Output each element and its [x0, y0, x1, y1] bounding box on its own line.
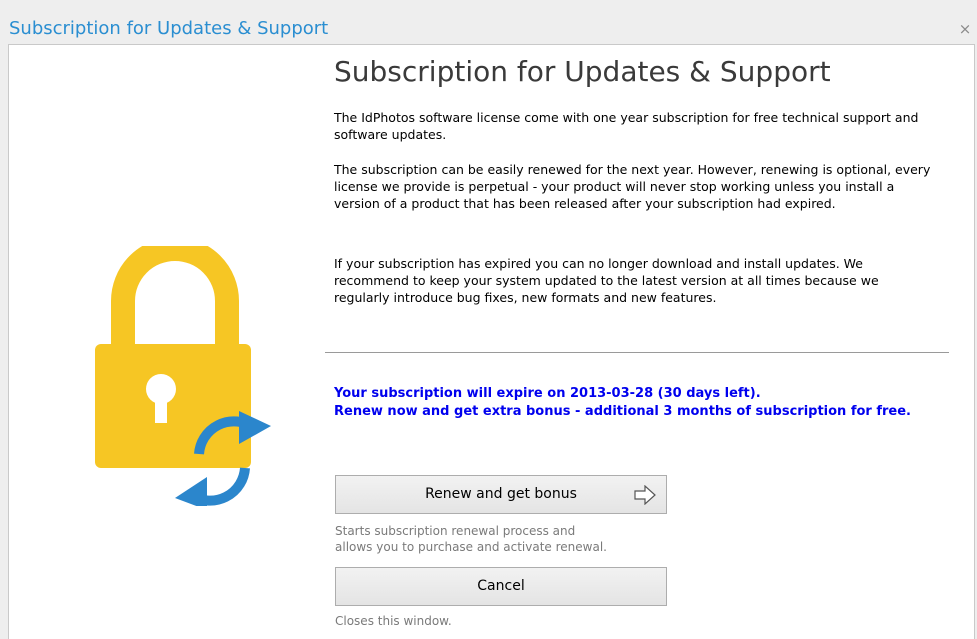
expired-paragraph: If your subscription has expired you can…: [334, 256, 879, 305]
page-heading: Subscription for Updates & Support: [334, 55, 831, 88]
arrow-right-icon: [634, 485, 656, 505]
renew-hint-line: Starts subscription renewal process and: [335, 524, 576, 538]
renew-button[interactable]: Renew and get bonus: [335, 475, 667, 514]
dialog-window: Subscription for Updates & Support × Sub…: [0, 0, 977, 639]
expiry-notice: Your subscription will expire on 2013-03…: [334, 385, 934, 421]
close-button[interactable]: ×: [953, 18, 977, 42]
renew-hint: Starts subscription renewal process and …: [335, 523, 607, 555]
lock-refresh-icon: [95, 237, 275, 510]
dialog-content: Subscription for Updates & Support The I…: [8, 44, 975, 639]
renew-button-label: Renew and get bonus: [425, 486, 577, 502]
renewal-paragraph: The subscription can be easily renewed f…: [334, 162, 931, 211]
bonus-notice-line: Renew now and get extra bonus - addition…: [334, 404, 911, 419]
expiry-notice-line: Your subscription will expire on 2013-03…: [334, 386, 761, 401]
intro-paragraph: The IdPhotos software license come with …: [334, 110, 919, 142]
cancel-button[interactable]: Cancel: [335, 567, 667, 606]
title-bar: Subscription for Updates & Support ×: [0, 0, 977, 44]
renew-hint-line: allows you to purchase and activate rene…: [335, 540, 607, 554]
cancel-button-label: Cancel: [477, 578, 525, 594]
divider: [325, 352, 949, 353]
cancel-hint: Closes this window.: [335, 614, 452, 628]
window-title: Subscription for Updates & Support: [9, 18, 329, 39]
